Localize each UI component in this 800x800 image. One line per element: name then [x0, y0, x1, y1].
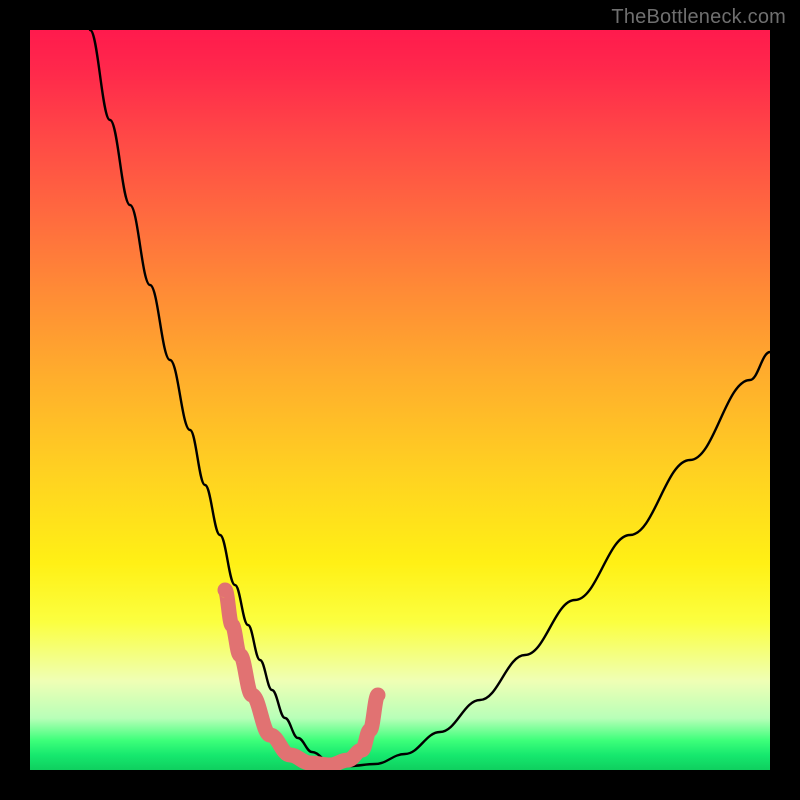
- plot-area: [30, 30, 770, 770]
- chart-frame: TheBottleneck.com: [0, 0, 800, 800]
- watermark-text: TheBottleneck.com: [611, 6, 786, 29]
- curve-layer: [30, 30, 770, 770]
- bottleneck-curve: [90, 30, 770, 766]
